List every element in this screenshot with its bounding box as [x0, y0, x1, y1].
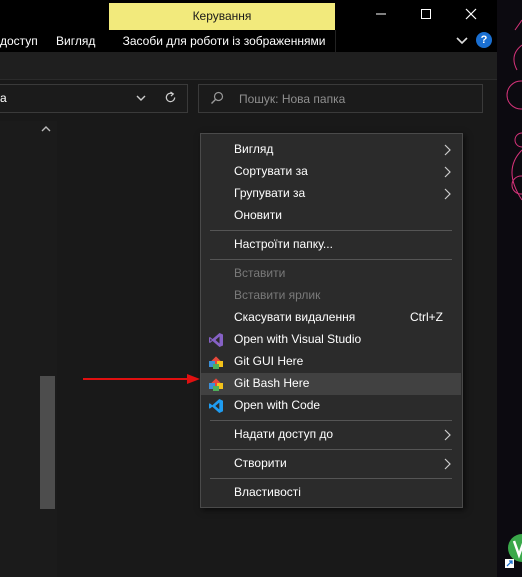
- menu-item-open-with-code[interactable]: Open with Code: [201, 395, 461, 417]
- menu-separator: [210, 230, 452, 231]
- submenu-arrow-icon: [444, 188, 451, 200]
- menu-item-label: Вставити ярлик: [234, 288, 321, 302]
- menu-item-label: Створити: [234, 456, 287, 470]
- menu-item-group-by[interactable]: Групувати за: [201, 183, 461, 205]
- minimize-button[interactable]: [358, 0, 404, 28]
- menu-item-label: Вигляд: [234, 142, 274, 156]
- wallpaper-art: [505, 19, 522, 568]
- menu-item-give-access[interactable]: Надати доступ до: [201, 424, 461, 446]
- contextual-tab-manage[interactable]: Керування: [109, 3, 335, 30]
- menu-item-label: Git Bash Here: [234, 376, 310, 390]
- menu-item-sort-by[interactable]: Сортувати за: [201, 161, 461, 183]
- menu-item-label: Оновити: [234, 208, 282, 222]
- menu-item-properties[interactable]: Властивості: [201, 482, 461, 504]
- menu-item-label: Git GUI Here: [234, 354, 304, 368]
- menu-item-paste-shortcut: Вставити ярлик: [201, 285, 461, 307]
- menu-item-label: Групувати за: [234, 186, 306, 200]
- search-placeholder: Пошук: Нова папка: [239, 92, 346, 106]
- close-icon: [465, 8, 477, 20]
- scroll-up-arrow-icon[interactable]: [41, 124, 51, 134]
- git-gui-icon: [209, 356, 223, 369]
- ribbon-band: [0, 52, 497, 80]
- git-bash-icon: [209, 378, 223, 391]
- submenu-arrow-icon: [444, 166, 451, 178]
- menu-separator: [210, 259, 452, 260]
- tab-view[interactable]: Вигляд: [56, 30, 95, 52]
- maximize-button[interactable]: [403, 0, 449, 28]
- menu-item-label: Надати доступ до: [234, 427, 334, 441]
- expand-ribbon-chevron-icon[interactable]: [455, 33, 469, 47]
- address-text: а: [0, 91, 7, 105]
- menu-separator: [210, 449, 452, 450]
- menu-item-label: Властивості: [234, 485, 301, 499]
- submenu-arrow-icon: [444, 429, 451, 441]
- menu-item-customize-folder[interactable]: Настроїти папку...: [201, 234, 461, 256]
- menu-item-label: Настроїти папку...: [234, 237, 333, 251]
- close-button[interactable]: [448, 0, 494, 28]
- menu-item-label: Вставити: [234, 266, 286, 280]
- scrollbar-thumb[interactable]: [40, 376, 55, 509]
- minimize-icon: [376, 13, 386, 15]
- menu-item-refresh[interactable]: Оновити: [201, 205, 461, 227]
- menu-item-label: Скасувати видалення: [234, 310, 356, 324]
- menu-separator: [210, 478, 452, 479]
- search-icon: [211, 91, 224, 104]
- menu-item-git-gui[interactable]: Git GUI Here: [201, 351, 461, 373]
- chevron-down-icon[interactable]: [135, 92, 147, 104]
- submenu-arrow-icon: [444, 144, 451, 156]
- menu-item-paste: Вставити: [201, 263, 461, 285]
- submenu-arrow-icon: [444, 458, 451, 470]
- menu-item-undo-delete[interactable]: Скасувати видалення Ctrl+Z: [201, 307, 461, 329]
- tab-share[interactable]: доступ: [0, 30, 38, 52]
- maximize-icon: [421, 9, 431, 19]
- menu-item-shortcut: Ctrl+Z: [410, 310, 443, 324]
- menu-item-new[interactable]: Створити: [201, 453, 461, 475]
- tab-picture-tools[interactable]: Засоби для роботи із зображеннями: [113, 30, 336, 52]
- menu-item-open-visual-studio[interactable]: Open with Visual Studio: [201, 329, 461, 351]
- menu-item-label: Сортувати за: [234, 164, 308, 178]
- help-button[interactable]: ?: [476, 32, 492, 48]
- menu-item-view[interactable]: Вигляд: [201, 139, 461, 161]
- menu-item-label: Open with Visual Studio: [234, 332, 362, 346]
- menu-item-git-bash[interactable]: Git Bash Here: [201, 373, 461, 395]
- address-bar[interactable]: [0, 84, 188, 113]
- refresh-icon[interactable]: [164, 91, 177, 104]
- menu-item-label: Open with Code: [234, 398, 321, 412]
- desktop-background: [497, 0, 522, 577]
- vscode-icon: [209, 399, 223, 413]
- divider: [0, 79, 497, 80]
- visual-studio-icon: [209, 333, 223, 347]
- menu-separator: [210, 420, 452, 421]
- red-annotation-arrow: [83, 374, 200, 384]
